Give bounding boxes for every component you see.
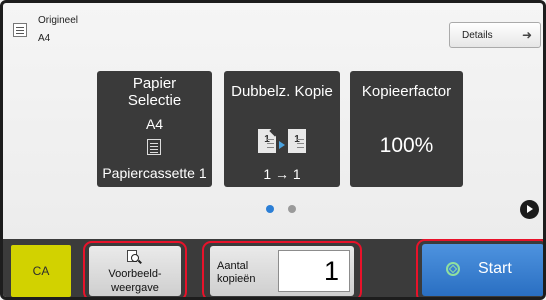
preview-button[interactable]: Voorbeeld- weergave — [89, 246, 181, 296]
start-label: Start — [478, 260, 512, 277]
copies-control: Aantal kopieën 1 — [210, 246, 354, 296]
paper-select-title: Papier Selectie — [127, 75, 182, 109]
zoom-tile[interactable]: Kopieerfactor 100% — [350, 71, 463, 187]
paper-size: A4 — [145, 116, 164, 132]
next-page-button[interactable] — [520, 200, 539, 219]
paper-tray-label: Papiercassette 1 — [102, 165, 207, 181]
original-size: A4 — [38, 33, 51, 44]
preview-magnifier-icon — [127, 250, 142, 264]
start-highlight: Start — [416, 239, 543, 297]
preview-highlight: Voorbeeld- weergave — [83, 241, 187, 297]
duplex-icon: 1 1 — [258, 127, 308, 155]
original-bar: Origineel A4 Details ➜ — [3, 3, 543, 51]
details-button[interactable]: Details ➜ — [449, 22, 541, 48]
copy-screen: Origineel A4 Details ➜ Papier Selectie A… — [0, 0, 546, 300]
details-label: Details — [462, 30, 493, 41]
ca-button[interactable]: CA — [11, 245, 71, 297]
start-button[interactable]: Start — [422, 244, 543, 296]
start-icon — [446, 262, 460, 276]
original-label: Origineel — [38, 15, 79, 26]
paper-select-tile[interactable]: Papier Selectie A4 Papiercassette 1 — [97, 71, 212, 187]
copies-highlight: Aantal kopieën 1 — [202, 241, 362, 297]
duplex-title: Dubbelz. Kopie — [231, 83, 333, 100]
page-indicator-active — [266, 205, 274, 213]
paper-tray-icon — [147, 139, 161, 155]
page-indicator-inactive[interactable] — [288, 205, 296, 213]
duplex-copy-tile[interactable]: Dubbelz. Kopie 1 1 1 → 1 — [224, 71, 340, 187]
document-icon — [13, 23, 27, 37]
arrow-right-icon: ➜ — [521, 28, 532, 42]
copies-input[interactable]: 1 — [278, 250, 350, 292]
copies-label: Aantal kopieën — [217, 260, 256, 285]
zoom-title: Kopieerfactor — [361, 83, 452, 100]
preview-label: Voorbeeld- weergave — [108, 268, 162, 294]
duplex-mode: 1 → 1 — [263, 166, 301, 182]
zoom-value: 100% — [379, 134, 434, 157]
